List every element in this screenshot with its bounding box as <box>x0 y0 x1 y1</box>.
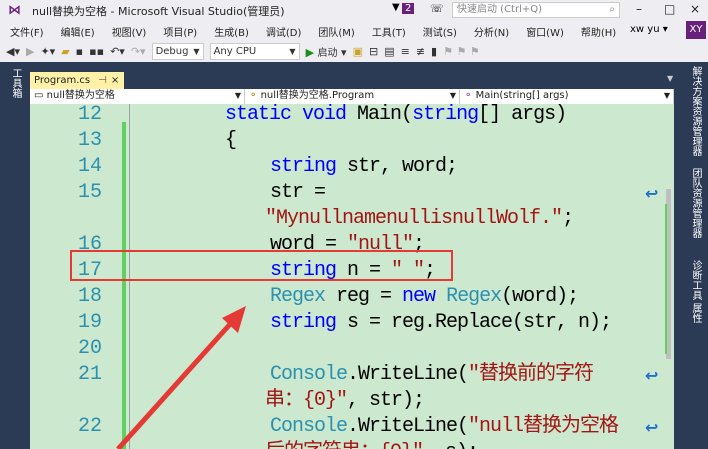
annotation-arrow <box>116 306 246 449</box>
